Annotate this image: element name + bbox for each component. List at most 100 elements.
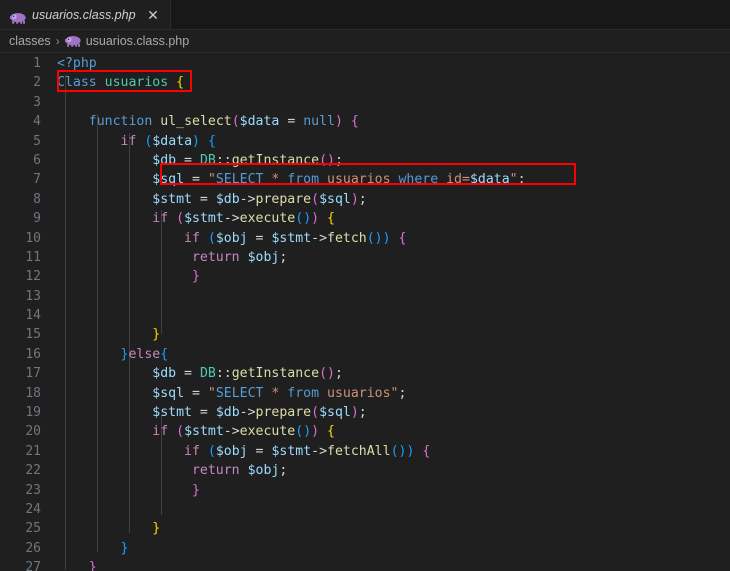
code-token: () xyxy=(391,444,407,459)
line-content: $sql = "SELECT * from usuarios where id=… xyxy=(57,170,526,189)
code-token xyxy=(57,114,89,129)
code-token: from xyxy=(287,172,319,187)
code-line[interactable]: 16 }else{ xyxy=(0,345,730,364)
code-token: :: xyxy=(216,366,232,381)
code-token xyxy=(57,347,121,362)
code-token: SELECT xyxy=(216,386,264,401)
line-number: 5 xyxy=(0,132,41,151)
code-token: execute xyxy=(240,424,296,439)
code-token: " xyxy=(510,172,518,187)
code-token: Class xyxy=(57,75,97,90)
code-token: () xyxy=(367,231,383,246)
code-line[interactable]: 4 function ul_select($data = null) { xyxy=(0,112,730,131)
overview-ruler[interactable] xyxy=(716,53,730,571)
code-token: getInstance xyxy=(232,366,319,381)
code-token: () xyxy=(319,153,335,168)
code-line[interactable]: 1<?php xyxy=(0,54,730,73)
code-token xyxy=(57,269,192,284)
code-token xyxy=(319,424,327,439)
code-token: { xyxy=(327,424,335,439)
code-token: " xyxy=(208,172,216,187)
code-token xyxy=(240,250,248,265)
code-token: $db xyxy=(152,153,176,168)
code-line[interactable]: 27 } xyxy=(0,558,730,571)
code-line[interactable]: 2Class usuarios { xyxy=(0,73,730,92)
code-line[interactable]: 22 return $obj; xyxy=(0,461,730,480)
code-token: ul_select xyxy=(160,114,231,129)
code-token: SELECT xyxy=(216,172,264,187)
code-token: if xyxy=(121,134,137,149)
code-token: ; xyxy=(279,463,287,478)
line-number: 1 xyxy=(0,54,41,73)
code-line[interactable]: 7 $sql = "SELECT * from usuarios where i… xyxy=(0,170,730,189)
tab-usuarios-class-php[interactable]: usuarios.class.php ✕ xyxy=(0,0,171,29)
code-line[interactable]: 23 } xyxy=(0,481,730,500)
code-token: $data xyxy=(152,134,192,149)
code-token: ) xyxy=(351,192,359,207)
code-token: * xyxy=(263,172,287,187)
code-token xyxy=(168,75,176,90)
code-token: $db xyxy=(152,366,176,381)
code-line[interactable]: 17 $db = DB::getInstance(); xyxy=(0,364,730,383)
code-token: ; xyxy=(359,405,367,420)
code-token xyxy=(200,231,208,246)
code-line[interactable]: 12 } xyxy=(0,267,730,286)
code-token: $db xyxy=(216,405,240,420)
line-number: 2 xyxy=(0,73,41,92)
code-token: ) xyxy=(311,424,319,439)
line-number: 14 xyxy=(0,306,41,325)
code-token: ( xyxy=(232,114,240,129)
code-token: $sql xyxy=(319,192,351,207)
code-token: -> xyxy=(224,424,240,439)
code-line[interactable]: 8 $stmt = $db->prepare($sql); xyxy=(0,190,730,209)
line-number: 12 xyxy=(0,267,41,286)
code-token: ) xyxy=(335,114,343,129)
code-token: { xyxy=(422,444,430,459)
code-editor[interactable]: 1<?php2Class usuarios {34 function ul_se… xyxy=(0,53,730,571)
code-line[interactable]: 20 if ($stmt->execute()) { xyxy=(0,422,730,441)
code-token xyxy=(57,211,152,226)
code-token: $stmt xyxy=(184,211,224,226)
code-token: if xyxy=(184,231,200,246)
code-token: $data xyxy=(470,172,510,187)
code-lines[interactable]: 1<?php2Class usuarios {34 function ul_se… xyxy=(0,53,730,571)
code-token: else xyxy=(128,347,160,362)
code-token: { xyxy=(351,114,359,129)
code-line[interactable]: 10 if ($obj = $stmt->fetch()) { xyxy=(0,229,730,248)
code-line[interactable]: 15 } xyxy=(0,325,730,344)
line-number: 13 xyxy=(0,287,41,306)
code-token: prepare xyxy=(256,405,312,420)
code-line[interactable]: 26 } xyxy=(0,539,730,558)
breadcrumb-item-classes[interactable]: classes xyxy=(9,34,51,48)
code-token xyxy=(57,463,192,478)
code-token: ) xyxy=(192,134,200,149)
code-line[interactable]: 13 xyxy=(0,287,730,306)
line-number: 6 xyxy=(0,151,41,170)
code-token: $sql xyxy=(152,172,184,187)
code-token: :: xyxy=(216,153,232,168)
line-content: $stmt = $db->prepare($sql); xyxy=(57,190,367,209)
code-line[interactable]: 9 if ($stmt->execute()) { xyxy=(0,209,730,228)
breadcrumb: classes › usuarios.class.php xyxy=(0,30,730,53)
line-content: function ul_select($data = null) { xyxy=(57,112,359,131)
line-content: } xyxy=(57,325,160,344)
code-token: ) xyxy=(383,231,391,246)
code-line[interactable]: 25 } xyxy=(0,519,730,538)
code-token: = xyxy=(184,172,208,187)
breadcrumb-item-file[interactable]: usuarios.class.php xyxy=(65,34,190,48)
code-line[interactable]: 6 $db = DB::getInstance(); xyxy=(0,151,730,170)
code-line[interactable]: 18 $sql = "SELECT * from usuarios"; xyxy=(0,384,730,403)
php-elephant-icon xyxy=(65,35,81,47)
code-line[interactable]: 3 xyxy=(0,93,730,112)
code-line[interactable]: 24 xyxy=(0,500,730,519)
close-icon[interactable]: ✕ xyxy=(146,8,161,22)
line-number: 18 xyxy=(0,384,41,403)
code-line[interactable]: 14 xyxy=(0,306,730,325)
code-token: function xyxy=(89,114,153,129)
code-line[interactable]: 5 if ($data) { xyxy=(0,132,730,151)
code-line[interactable]: 11 return $obj; xyxy=(0,248,730,267)
code-line[interactable]: 19 $stmt = $db->prepare($sql); xyxy=(0,403,730,422)
code-line[interactable]: 21 if ($obj = $stmt->fetchAll()) { xyxy=(0,442,730,461)
line-number: 26 xyxy=(0,539,41,558)
line-content: return $obj; xyxy=(57,461,287,480)
